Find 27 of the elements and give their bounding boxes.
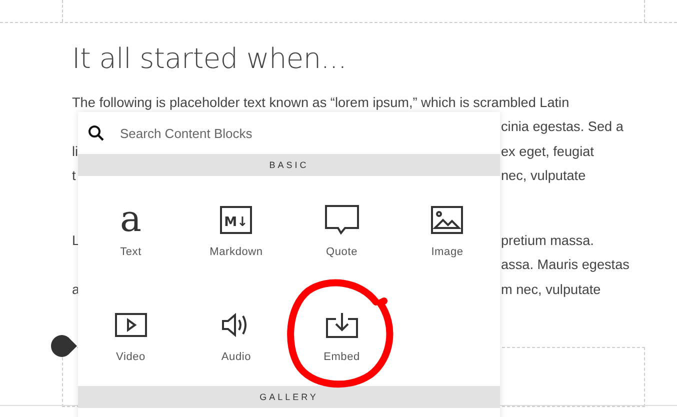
content-block-button[interactable]: Video bbox=[78, 281, 184, 386]
content-block-button[interactable]: Audio bbox=[184, 281, 289, 386]
insert-point-marker[interactable] bbox=[50, 334, 78, 358]
paragraph-text: m nec, vulputate bbox=[501, 280, 601, 299]
paragraph-text: assa. Mauris egestas bbox=[501, 256, 630, 274]
speech-bubble-icon bbox=[324, 205, 359, 235]
play-icon bbox=[114, 313, 147, 337]
section-header: BASIC bbox=[269, 160, 309, 170]
markdown-icon: M↓ bbox=[220, 206, 252, 234]
content-block-button[interactable]: M↓ Markdown bbox=[184, 176, 289, 281]
letter-icon: a bbox=[120, 204, 142, 236]
paragraph-text: li bbox=[72, 142, 78, 161]
download-icon bbox=[326, 312, 358, 338]
heading: It all started when... bbox=[72, 41, 348, 77]
image-icon bbox=[431, 206, 464, 234]
paragraph-text: nec, vulputate bbox=[501, 166, 586, 185]
content-block-button[interactable]: Embed bbox=[289, 281, 394, 386]
content-block-button[interactable]: Quote bbox=[289, 176, 394, 281]
paragraph-text: ex eget, feugiat bbox=[501, 142, 594, 161]
search-icon bbox=[88, 125, 104, 141]
paragraph-text: pretium massa. bbox=[501, 232, 594, 250]
section-header: GALLERY bbox=[260, 392, 318, 402]
paragraph-text: t bbox=[72, 166, 76, 185]
paragraph-text: cinia egestas. Sed a bbox=[501, 118, 624, 136]
content-block-button[interactable]: Image bbox=[394, 176, 500, 281]
paragraph-text: The following is placeholder text known as “lorem ipsum,” which is scrambled Latin bbox=[72, 95, 570, 110]
content-block-button[interactable]: a Text bbox=[78, 176, 184, 281]
